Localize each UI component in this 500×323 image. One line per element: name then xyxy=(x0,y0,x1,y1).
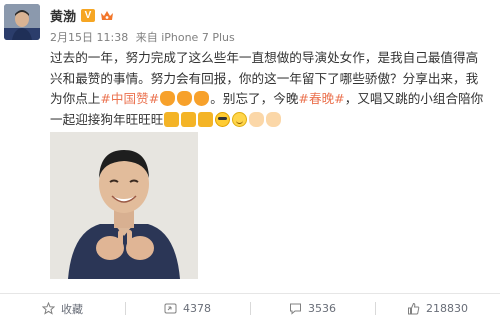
comment-button[interactable]: 3536 xyxy=(250,294,375,323)
clap-emoji-icon xyxy=(177,91,193,106)
thumbs-up-icon xyxy=(408,302,420,315)
repost-count: 4378 xyxy=(183,302,211,315)
zan-emoji-icon xyxy=(198,111,214,127)
post-source: 来自 iPhone 7 Plus xyxy=(135,31,235,44)
victory-hand-emoji-icon xyxy=(249,111,265,127)
verified-icon: V xyxy=(81,9,96,22)
action-bar: 收藏 4378 3536 218830 xyxy=(0,294,500,323)
author-name[interactable]: 黄渤 xyxy=(50,6,76,25)
cool-face-emoji-icon xyxy=(215,111,231,127)
favorite-label: 收藏 xyxy=(61,302,83,316)
favorite-button[interactable]: 收藏 xyxy=(0,294,125,323)
like-button[interactable]: 218830 xyxy=(375,294,500,323)
topic-link-china-zan[interactable]: #中国赞# xyxy=(100,91,159,106)
topic-link-spring-gala[interactable]: #春晚# xyxy=(298,91,344,106)
like-count: 218830 xyxy=(426,302,468,315)
post-text: 过去的一年，努力完成了这么些年一直想做的导演处女作，是我自己最值得高兴和最赞的事… xyxy=(50,48,490,130)
avatar[interactable] xyxy=(4,4,40,40)
star-icon xyxy=(42,302,55,315)
comment-icon xyxy=(290,303,301,315)
zan-emoji-icon xyxy=(181,111,197,127)
post-date[interactable]: 2月15日 11:38 xyxy=(50,31,128,44)
weibo-post: 黄渤 V 2月15日 11:38 来自 iPhone 7 Plus 过去的一年，… xyxy=(0,0,500,323)
repost-icon xyxy=(164,303,177,314)
smile-face-emoji-icon xyxy=(232,111,248,127)
member-crown-icon xyxy=(100,9,114,22)
zan-emoji-icon xyxy=(164,111,180,127)
repost-button[interactable]: 4378 xyxy=(125,294,250,323)
comment-count: 3536 xyxy=(308,302,336,315)
clap-emoji-icon xyxy=(194,91,210,106)
clap-emoji-icon xyxy=(160,91,176,106)
victory-hand-emoji-icon xyxy=(266,111,282,127)
post-meta: 2月15日 11:38 来自 iPhone 7 Plus xyxy=(50,29,235,45)
author-line: 黄渤 V xyxy=(50,6,114,25)
post-text-part2: 。别忘了，今晚 xyxy=(210,91,299,106)
post-image[interactable] xyxy=(50,132,198,279)
